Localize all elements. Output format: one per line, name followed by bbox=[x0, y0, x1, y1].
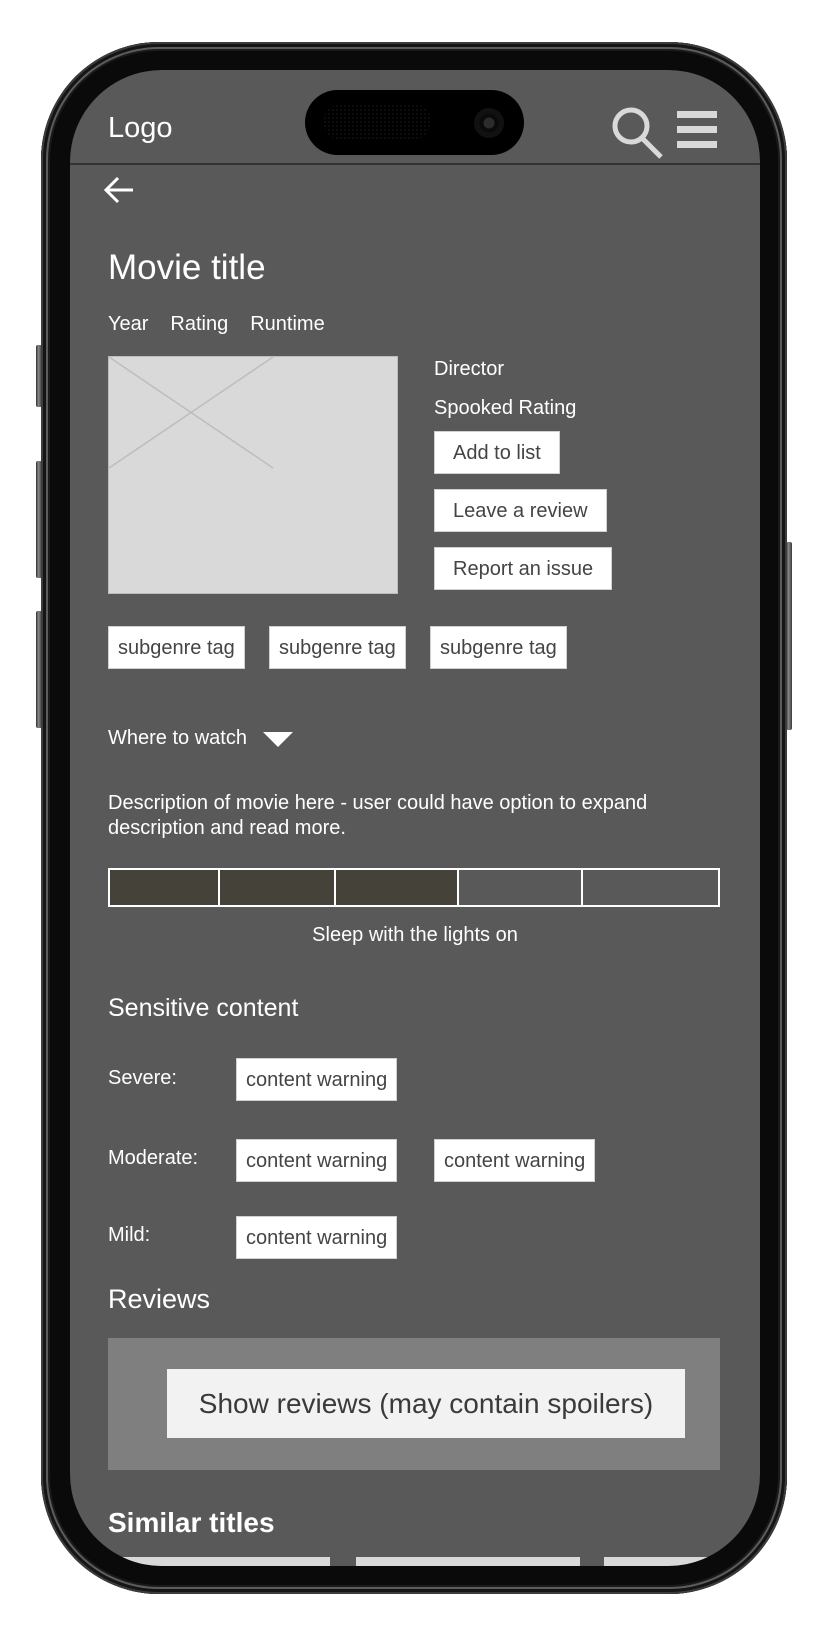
movie-poster-placeholder bbox=[108, 356, 398, 594]
severity-label-mild: Mild: bbox=[108, 1224, 151, 1246]
subgenre-tag[interactable]: subgenre tag bbox=[430, 626, 567, 669]
search-icon[interactable] bbox=[610, 105, 668, 161]
add-to-list-button[interactable]: Add to list bbox=[434, 431, 560, 474]
leave-review-button[interactable]: Leave a review bbox=[434, 489, 607, 532]
where-to-watch-label: Where to watch bbox=[108, 727, 247, 749]
content-warning-tag[interactable]: content warning bbox=[236, 1058, 398, 1101]
scare-meter-segment-empty bbox=[583, 870, 718, 905]
movie-description: Description of movie here - user could h… bbox=[108, 792, 648, 839]
show-reviews-button[interactable]: Show reviews (may contain spoilers) bbox=[167, 1369, 685, 1438]
hamburger-menu-icon[interactable] bbox=[677, 111, 719, 149]
reviews-heading: Reviews bbox=[108, 1284, 211, 1314]
arrow-left-icon[interactable] bbox=[100, 170, 140, 210]
similar-title-card[interactable] bbox=[108, 1557, 330, 1566]
caret-down-icon bbox=[262, 732, 293, 747]
scare-meter-segment-filled bbox=[336, 870, 459, 905]
subgenre-tag[interactable]: subgenre tag bbox=[108, 626, 245, 669]
similar-titles-heading: Similar titles bbox=[108, 1507, 275, 1538]
similar-title-card[interactable] bbox=[356, 1557, 580, 1566]
spooked-rating-label: Spooked Rating bbox=[434, 397, 577, 419]
image-placeholder-icon bbox=[108, 356, 274, 469]
similar-title-card[interactable] bbox=[604, 1557, 760, 1566]
movie-title: Movie title bbox=[108, 248, 266, 287]
content-warning-tag[interactable]: content warning bbox=[434, 1139, 596, 1182]
reviews-panel: Show reviews (may contain spoilers) bbox=[108, 1338, 720, 1470]
logo[interactable]: Logo bbox=[108, 112, 173, 145]
report-issue-button[interactable]: Report an issue bbox=[434, 547, 613, 590]
director-label: Director bbox=[434, 358, 505, 380]
scare-meter-segment-filled bbox=[110, 870, 220, 905]
meta-runtime: Runtime bbox=[250, 313, 325, 335]
severity-label-severe: Severe: bbox=[108, 1067, 177, 1089]
subgenre-tag[interactable]: subgenre tag bbox=[269, 626, 406, 669]
content-warning-tag[interactable]: content warning bbox=[236, 1216, 398, 1259]
meta-year: Year bbox=[108, 313, 149, 335]
scare-meter-segment-filled bbox=[220, 870, 336, 905]
scare-meter-label: Sleep with the lights on bbox=[312, 924, 518, 946]
meta-rating: Rating bbox=[170, 313, 229, 335]
dynamic-island bbox=[305, 90, 524, 155]
movie-meta: Year Rating Runtime bbox=[108, 313, 325, 336]
sensitive-content-heading: Sensitive content bbox=[108, 994, 299, 1022]
phone-screen: Logo Movie title Year Rating Runtime Dir… bbox=[70, 70, 760, 1566]
scare-meter-segment-empty bbox=[459, 870, 583, 905]
where-to-watch-dropdown[interactable]: Where to watch bbox=[108, 727, 293, 750]
speaker-grille bbox=[323, 104, 431, 140]
scare-meter bbox=[108, 868, 720, 907]
content-warning-tag[interactable]: content warning bbox=[236, 1139, 398, 1182]
severity-label-moderate: Moderate: bbox=[108, 1147, 199, 1169]
front-camera bbox=[474, 108, 504, 138]
